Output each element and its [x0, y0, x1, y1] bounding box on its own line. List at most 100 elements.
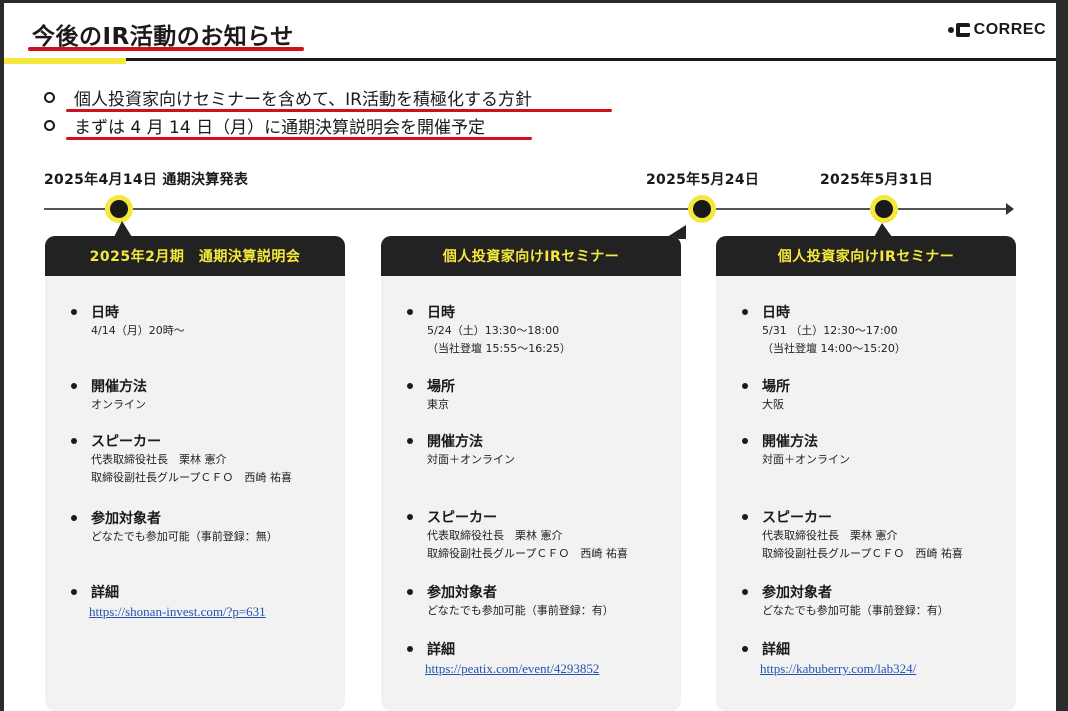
timeline-marker	[105, 195, 133, 223]
timeline-marker	[688, 195, 716, 223]
item-label: 詳細	[762, 642, 790, 658]
title-underline	[28, 47, 304, 51]
item-value: 代表取締役社長 栗林 憲介	[762, 529, 898, 542]
summary-bullet: 個人投資家向けセミナーを含めて、IR活動を積極化する方針	[44, 83, 612, 112]
item-value: 取締役副社長グループＣＦＯ 西崎 祐喜	[427, 547, 628, 560]
summary-bullets: 個人投資家向けセミナーを含めて、IR活動を積極化する方針 まずは 4 月 14 …	[44, 83, 612, 140]
item-label: スピーカー	[762, 510, 832, 526]
summary-bullet-text: 個人投資家向けセミナーを含めて、IR活動を積極化する方針	[74, 89, 532, 110]
timeline-line	[44, 208, 1010, 210]
details-link[interactable]: https://shonan-invest.com/?p=631	[89, 602, 266, 622]
card-item-datetime: 日時 5/24（土）13:30～18:00 （当社登壇 15:55～16:25）	[407, 302, 571, 358]
timeline-label-may31: 2025年5月31日	[820, 172, 934, 188]
timeline-marker	[870, 195, 898, 223]
timeline-label-earnings: 2025年4月14日 通期決算発表	[44, 172, 249, 188]
summary-bullet-text: まずは 4 月 14 日（月）に通期決算説明会を開催予定	[74, 117, 486, 138]
bullet-dot-icon	[742, 646, 748, 652]
item-value: 代表取締役社長 栗林 憲介	[91, 453, 227, 466]
card-item-audience: 参加対象者 どなたでも参加可能（事前登録：有）	[407, 582, 614, 620]
callout-pointer	[114, 221, 132, 237]
item-label: 場所	[427, 379, 455, 395]
item-label: 詳細	[427, 642, 455, 658]
item-value: 代表取締役社長 栗林 憲介	[427, 529, 563, 542]
bullet-dot-icon	[742, 438, 748, 444]
card-item-details: 詳細 https://peatix.com/event/4293852	[407, 639, 599, 679]
logo-mark-icon	[947, 23, 970, 37]
item-value: どなたでも参加可能（事前登録：無）	[91, 530, 278, 543]
timeline-label-may24: 2025年5月24日	[646, 172, 760, 188]
bullet-dot-icon	[742, 589, 748, 595]
callout-pointer	[874, 223, 892, 237]
ring-bullet-icon	[44, 91, 55, 103]
item-label: 参加対象者	[427, 585, 497, 601]
bullet-dot-icon	[407, 438, 413, 444]
bullet-dot-icon	[407, 383, 413, 389]
item-value: どなたでも参加可能（事前登録：有）	[427, 604, 614, 617]
bullet-dot-icon	[71, 438, 77, 444]
bullet-dot-icon	[71, 589, 77, 595]
card-title: 個人投資家向けIRセミナー	[777, 249, 955, 265]
item-value: （当社登壇 14:00～15:20）	[762, 342, 906, 355]
item-value: 5/24（土）13:30～18:00	[427, 324, 560, 337]
item-value: 5/31 （土）12:30～17:00	[762, 324, 898, 337]
header-accent-bar	[4, 58, 126, 64]
card-item-method: 開催方法 オンライン	[71, 376, 147, 414]
bullet-dot-icon	[407, 514, 413, 520]
card-item-location: 場所 東京	[407, 376, 455, 414]
correc-logo: CORREC	[947, 21, 1046, 39]
item-label: 開催方法	[762, 434, 818, 450]
item-value: （当社登壇 15:55～16:25）	[427, 342, 571, 355]
card-item-method: 開催方法 対面＋オンライン	[742, 431, 850, 469]
bullet-dot-icon	[71, 383, 77, 389]
ring-bullet-icon	[44, 119, 55, 131]
header-rule	[4, 58, 1056, 61]
item-label: スピーカー	[91, 434, 161, 450]
bullet-dot-icon	[407, 646, 413, 652]
card-header: 2025年2月期 通期決算説明会	[45, 236, 345, 276]
bullet-dot-icon	[742, 514, 748, 520]
card-item-speakers: スピーカー 代表取締役社長 栗林 憲介 取締役副社長グループＣＦＯ 西崎 祐喜	[742, 507, 963, 563]
bullet-dot-icon	[407, 309, 413, 315]
summary-bullet: まずは 4 月 14 日（月）に通期決算説明会を開催予定	[44, 111, 532, 140]
item-value: 東京	[427, 398, 449, 411]
card-item-audience: 参加対象者 どなたでも参加可能（事前登録：有）	[742, 582, 949, 620]
item-label: 場所	[762, 379, 790, 395]
bullet-dot-icon	[742, 383, 748, 389]
item-value: 対面＋オンライン	[762, 453, 850, 466]
bullet-underline	[66, 137, 532, 140]
slide: 今後のIR活動のお知らせ CORREC 個人投資家向けセミナーを含めて、IR活動…	[4, 3, 1056, 711]
logo-text: CORREC	[973, 21, 1046, 38]
timeline-arrow-icon	[1006, 203, 1014, 215]
item-label: 日時	[91, 305, 119, 321]
item-value: 大阪	[762, 398, 784, 411]
card-item-details: 詳細 https://shonan-invest.com/?p=631	[71, 582, 266, 622]
card-title: 個人投資家向けIRセミナー	[442, 249, 620, 265]
item-value: 4/14（月）20時～	[91, 324, 185, 337]
event-card-earnings-briefing: 2025年2月期 通期決算説明会 日時 4/14（月）20時～ 開催方法 オンラ…	[45, 236, 345, 711]
item-value: 取締役副社長グループＣＦＯ 西崎 祐喜	[91, 471, 292, 484]
item-label: スピーカー	[427, 510, 497, 526]
card-item-location: 場所 大阪	[742, 376, 790, 414]
item-label: 日時	[762, 305, 790, 321]
item-value: 対面＋オンライン	[427, 453, 515, 466]
item-label: 参加対象者	[91, 511, 161, 527]
card-item-method: 開催方法 対面＋オンライン	[407, 431, 515, 469]
card-item-audience: 参加対象者 どなたでも参加可能（事前登録：無）	[71, 508, 278, 546]
item-label: 参加対象者	[762, 585, 832, 601]
card-item-speakers: スピーカー 代表取締役社長 栗林 憲介 取締役副社長グループＣＦＯ 西崎 祐喜	[71, 431, 292, 487]
details-link[interactable]: https://peatix.com/event/4293852	[425, 659, 599, 679]
details-link[interactable]: https://kabuberry.com/lab324/	[760, 659, 916, 679]
event-card-tokyo-seminar: 個人投資家向けIRセミナー 日時 5/24（土）13:30～18:00 （当社登…	[381, 236, 681, 711]
item-value: オンライン	[91, 398, 146, 411]
card-title: 2025年2月期 通期決算説明会	[89, 249, 301, 265]
event-card-osaka-seminar: 個人投資家向けIRセミナー 日時 5/31 （土）12:30～17:00 （当社…	[716, 236, 1016, 711]
card-item-datetime: 日時 4/14（月）20時～	[71, 302, 185, 340]
item-label: 開催方法	[427, 434, 483, 450]
bullet-dot-icon	[71, 515, 77, 521]
card-item-datetime: 日時 5/31 （土）12:30～17:00 （当社登壇 14:00～15:20…	[742, 302, 906, 358]
item-value: 取締役副社長グループＣＦＯ 西崎 祐喜	[762, 547, 963, 560]
page-title: 今後のIR活動のお知らせ	[32, 24, 294, 50]
item-label: 詳細	[91, 585, 119, 601]
bullet-dot-icon	[71, 309, 77, 315]
card-header: 個人投資家向けIRセミナー	[716, 236, 1016, 276]
